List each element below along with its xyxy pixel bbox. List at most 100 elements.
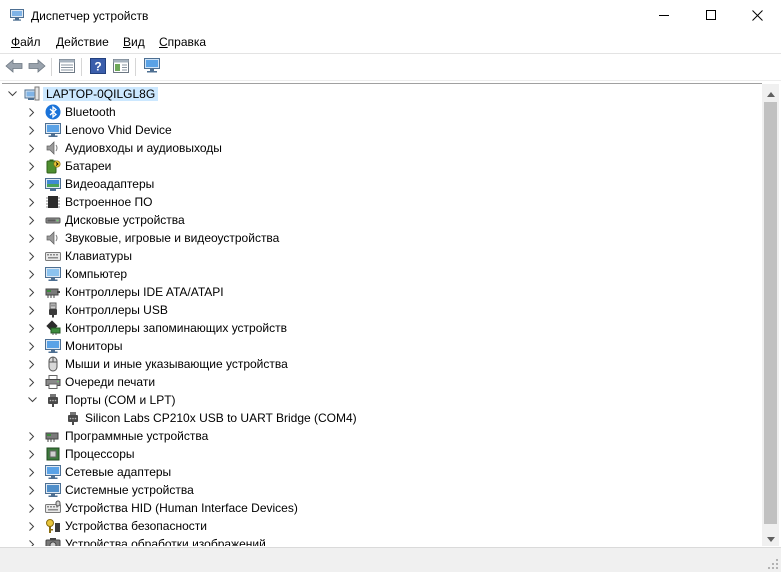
forward-button[interactable] [27,57,47,77]
tree-item-firmware-chip[interactable]: Встроенное ПО [2,193,762,211]
scan-hardware-monitor-icon [143,57,161,77]
expand-chevron-icon[interactable] [27,391,37,409]
collapse-chevron-icon[interactable] [27,481,37,499]
properties-button[interactable] [57,57,77,77]
tree-item-keyboard[interactable]: Клавиатуры [2,247,762,265]
monitor-icon [45,338,61,354]
view-panel-button[interactable] [111,57,131,77]
resize-grip-icon[interactable] [767,558,779,570]
collapse-chevron-icon[interactable] [27,157,37,175]
menu-file-rest: айл [20,35,41,49]
tree-item-ide-controller[interactable]: Контроллеры IDE ATA/ATAPI [2,283,762,301]
menu-help-rest: правка [167,35,207,49]
menu-file-accel: Ф [11,35,21,49]
tree-item-label: Звуковые, игровые и видеоустройства [65,231,280,245]
tree-item-label: Системные устройства [65,483,194,497]
close-icon [751,9,763,21]
help-button[interactable]: ? [88,57,108,77]
port-icon [65,410,81,426]
tree-item-storage-controller[interactable]: Контроллеры запоминающих устройств [2,319,762,337]
collapse-chevron-icon[interactable] [27,265,37,283]
title-bar[interactable]: Диспетчер устройств [0,0,781,32]
keyboard-icon [45,248,61,264]
disk-drive-icon [45,212,61,228]
collapse-chevron-icon[interactable] [27,283,37,301]
network-adapter-icon [45,464,61,480]
minimize-button[interactable] [641,0,687,30]
menu-bar: Файл Действие Вид Справка [0,32,781,52]
scroll-up-button[interactable] [762,84,779,101]
collapse-chevron-icon[interactable] [27,103,37,121]
collapse-chevron-icon[interactable] [27,445,37,463]
collapse-chevron-icon[interactable] [27,121,37,139]
collapse-chevron-icon[interactable] [27,139,37,157]
collapse-chevron-icon[interactable] [27,517,37,535]
tree-item-sound-device[interactable]: Звуковые, игровые и видеоустройства [2,229,762,247]
mouse-icon [45,356,61,372]
collapse-chevron-icon[interactable] [27,229,37,247]
speaker-icon [45,140,61,156]
scroll-down-button[interactable] [762,529,779,546]
tree-item-system-device[interactable]: Системные устройства [2,481,762,499]
bluetooth-icon [45,104,61,120]
tree-item-disk-drive[interactable]: Дисковые устройства [2,211,762,229]
collapse-chevron-icon[interactable] [27,373,37,391]
tree-item-imaging-device[interactable]: Устройства обработки изображений [2,535,762,546]
tree-root[interactable]: LAPTOP-0QILGL8G [2,85,762,103]
menu-file[interactable]: Файл [11,35,41,49]
vertical-scrollbar[interactable] [762,84,779,546]
tree-item-port[interactable]: Порты (COM и LPT) [2,391,762,409]
collapse-chevron-icon[interactable] [27,463,37,481]
menu-view[interactable]: Вид [123,35,145,49]
tree-item-label: Bluetooth [65,105,116,119]
collapse-chevron-icon[interactable] [27,337,37,355]
maximize-button[interactable] [688,0,734,30]
collapse-chevron-icon[interactable] [27,247,37,265]
collapse-chevron-icon[interactable] [27,319,37,337]
toolbar-separator-3 [135,58,136,76]
tree-item-display-adapter[interactable]: Видеоадаптеры [2,175,762,193]
collapse-chevron-icon[interactable] [27,211,37,229]
menu-help-accel: С [159,35,168,49]
tree-item-printer[interactable]: Очереди печати [2,373,762,391]
tree-item-label: Мониторы [65,339,123,353]
tree-item-label: Батареи [65,159,112,173]
tree-item-monitor[interactable]: Мониторы [2,337,762,355]
ide-controller-icon [45,284,61,300]
tree-item-battery[interactable]: Батареи [2,157,762,175]
scroll-thumb[interactable] [764,102,777,524]
back-button[interactable] [4,57,24,77]
collapse-chevron-icon[interactable] [27,193,37,211]
tree-item-network-adapter[interactable]: Сетевые адаптеры [2,463,762,481]
collapse-chevron-icon[interactable] [27,301,37,319]
tree-item-label: Дисковые устройства [65,213,185,227]
tree-item-speaker[interactable]: Аудиовходы и аудиовыходы [2,139,762,157]
tree-item-computer[interactable]: Компьютер [2,265,762,283]
monitor-icon [45,122,61,138]
tree-item-hid[interactable]: Устройства HID (Human Interface Devices) [2,499,762,517]
collapse-chevron-icon[interactable] [27,427,37,445]
collapse-chevron-icon[interactable] [27,499,37,517]
tree-item-processor[interactable]: Процессоры [2,445,762,463]
scan-hardware-button[interactable] [142,57,162,77]
tree-item-mouse[interactable]: Мыши и иные указывающие устройства [2,355,762,373]
tree-item-monitor[interactable]: Lenovo Vhid Device [2,121,762,139]
tree-item-software-device[interactable]: Программные устройства [2,427,762,445]
collapse-chevron-icon[interactable] [27,535,37,546]
tree-item-usb[interactable]: Контроллеры USB [2,301,762,319]
svg-text:?: ? [94,59,101,73]
menu-action[interactable]: Действие [56,35,109,49]
tree-item-security-device[interactable]: Устройства безопасности [2,517,762,535]
device-tree[interactable]: LAPTOP-0QILGL8G Bluetooth Lenovo Vhid Dev… [2,83,762,546]
tree-item-label: Контроллеры запоминающих устройств [65,321,287,335]
forward-arrow-icon [28,58,46,76]
tree-subitem[interactable]: Silicon Labs CP210x USB to UART Bridge (… [2,409,762,427]
expand-chevron-icon[interactable] [7,85,17,103]
close-button[interactable] [734,0,780,30]
tree-item-label: Устройства HID (Human Interface Devices) [65,501,298,515]
collapse-chevron-icon[interactable] [27,175,37,193]
tree-item-bluetooth[interactable]: Bluetooth [2,103,762,121]
collapse-chevron-icon[interactable] [27,355,37,373]
menu-help[interactable]: Справка [159,35,206,49]
toolbar-separator [51,58,52,76]
